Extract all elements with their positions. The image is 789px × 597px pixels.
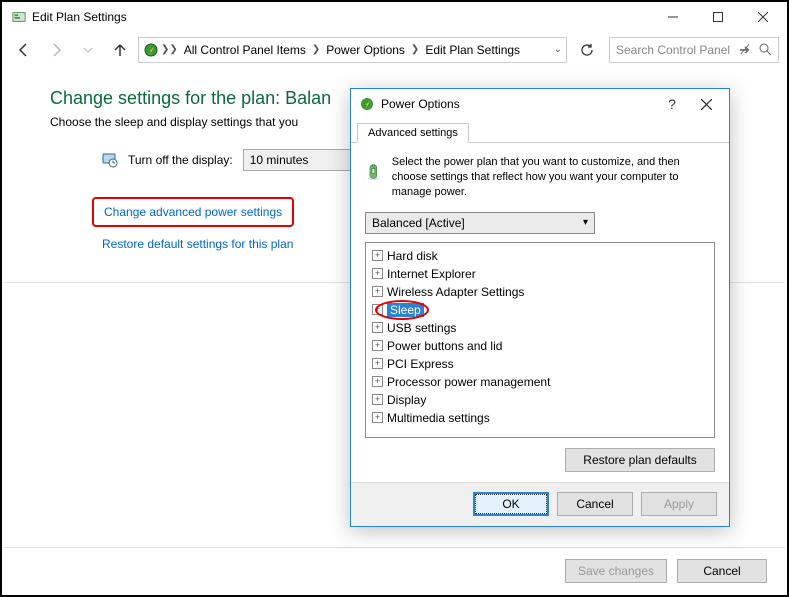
refresh-button[interactable] (575, 38, 599, 62)
address-bar[interactable]: ❯❯ All Control Panel Items ❯ Power Optio… (138, 37, 567, 63)
back-button[interactable] (10, 36, 38, 64)
search-input[interactable]: Search Control Panel ➔̸ (609, 37, 779, 63)
up-button[interactable] (106, 36, 134, 64)
chevron-down-icon[interactable]: ⌄ (554, 44, 562, 55)
expand-icon[interactable]: + (372, 250, 383, 261)
tree-node[interactable]: + Display (372, 391, 708, 409)
maximize-button[interactable] (695, 3, 740, 31)
tree-node-label: Processor power management (387, 375, 550, 389)
recent-locations-button[interactable] (74, 36, 102, 64)
heading-plan-name: Balan (285, 88, 331, 108)
breadcrumb-edit-plan[interactable]: Edit Plan Settings (421, 43, 524, 57)
power-plan-selected: Balanced [Active] (372, 216, 465, 230)
dialog-intro: Select the power plan that you want to c… (365, 155, 715, 200)
power-options-dialog: Power Options ? Advanced settings Select… (350, 88, 730, 527)
tree-node-label: Wireless Adapter Settings (387, 285, 524, 299)
tab-advanced-settings[interactable]: Advanced settings (357, 123, 469, 143)
tree-node[interactable]: + PCI Express (372, 355, 708, 373)
breadcrumb-chevron-icon[interactable]: ❯❯ (159, 44, 180, 55)
dialog-tabstrip: Advanced settings (351, 119, 729, 143)
settings-tree[interactable]: + Hard disk + Internet Explorer + Wireless Ad… (365, 242, 715, 438)
breadcrumb-all-items[interactable]: All Control Panel Items (180, 43, 310, 57)
page-button-bar: Save changes Cancel (4, 547, 785, 593)
breadcrumb-power-options[interactable]: Power Options (322, 43, 409, 57)
dialog-title: Power Options (381, 97, 655, 111)
expand-icon[interactable]: + (372, 322, 383, 333)
close-button[interactable] (740, 3, 785, 31)
turn-off-display-value: 10 minutes (250, 153, 309, 167)
search-placeholder: Search Control Panel (616, 43, 730, 57)
apply-button[interactable]: Apply (641, 492, 717, 516)
tree-node-label: Power buttons and lid (387, 339, 502, 353)
expand-icon[interactable]: + (372, 304, 383, 315)
tree-node-label: Sleep (387, 303, 424, 317)
tree-node[interactable]: + Hard disk (372, 247, 708, 265)
search-icon: ➔̸ (739, 42, 750, 58)
turn-off-display-label: Turn off the display: (128, 153, 233, 167)
nav-toolbar: ❯❯ All Control Panel Items ❯ Power Optio… (2, 32, 787, 68)
window-titlebar: Edit Plan Settings (2, 2, 787, 32)
power-options-icon (143, 42, 159, 58)
control-panel-icon (12, 10, 26, 24)
tree-node[interactable]: + Sleep (372, 301, 708, 319)
chevron-right-icon[interactable]: ❯ (310, 44, 322, 55)
tree-node[interactable]: + Multimedia settings (372, 409, 708, 427)
chevron-down-icon: ▾ (583, 217, 588, 228)
tree-node-label: Internet Explorer (387, 267, 476, 281)
expand-icon[interactable]: + (372, 268, 383, 279)
dialog-close-button[interactable] (689, 92, 723, 116)
cancel-button[interactable]: Cancel (677, 559, 767, 583)
expand-icon[interactable]: + (372, 358, 383, 369)
explorer-window: Edit Plan Settings ❯❯ All Control Panel … (0, 0, 789, 597)
battery-plug-icon (365, 155, 382, 189)
dialog-button-bar: OK Cancel Apply (351, 482, 729, 526)
power-options-icon (359, 96, 375, 112)
dialog-cancel-button[interactable]: Cancel (557, 492, 633, 516)
heading-prefix: Change settings for the plan: (50, 88, 285, 108)
help-button[interactable]: ? (655, 92, 689, 116)
restore-plan-defaults-button[interactable]: Restore plan defaults (565, 448, 715, 472)
forward-button[interactable] (42, 36, 70, 64)
search-icon (759, 43, 772, 56)
minimize-button[interactable] (650, 3, 695, 31)
tree-node-label: Display (387, 393, 426, 407)
dialog-titlebar: Power Options ? (351, 89, 729, 119)
ok-button[interactable]: OK (473, 492, 549, 516)
tree-node[interactable]: + Power buttons and lid (372, 337, 708, 355)
tree-node-label: PCI Express (387, 357, 454, 371)
tree-node[interactable]: + Wireless Adapter Settings (372, 283, 708, 301)
dialog-intro-text: Select the power plan that you want to c… (392, 155, 715, 200)
change-advanced-link[interactable]: Change advanced power settings (104, 205, 282, 219)
expand-icon[interactable]: + (372, 376, 383, 387)
expand-icon[interactable]: + (372, 412, 383, 423)
expand-icon[interactable]: + (372, 286, 383, 297)
expand-icon[interactable]: + (372, 340, 383, 351)
tree-node-label: Multimedia settings (387, 411, 490, 425)
tree-node[interactable]: + USB settings (372, 319, 708, 337)
highlight-annotation: Change advanced power settings (92, 197, 294, 227)
restore-defaults-link[interactable]: Restore default settings for this plan (102, 237, 293, 251)
window-title: Edit Plan Settings (32, 10, 650, 24)
tree-node[interactable]: + Processor power management (372, 373, 708, 391)
dialog-body: Select the power plan that you want to c… (351, 143, 729, 482)
tree-node-label: USB settings (387, 321, 456, 335)
save-changes-button[interactable]: Save changes (565, 559, 667, 583)
chevron-right-icon[interactable]: ❯ (409, 44, 421, 55)
power-plan-dropdown[interactable]: Balanced [Active] ▾ (365, 212, 595, 234)
monitor-clock-icon (102, 152, 118, 168)
tree-node[interactable]: + Internet Explorer (372, 265, 708, 283)
tree-node-label: Hard disk (387, 249, 438, 263)
expand-icon[interactable]: + (372, 394, 383, 405)
